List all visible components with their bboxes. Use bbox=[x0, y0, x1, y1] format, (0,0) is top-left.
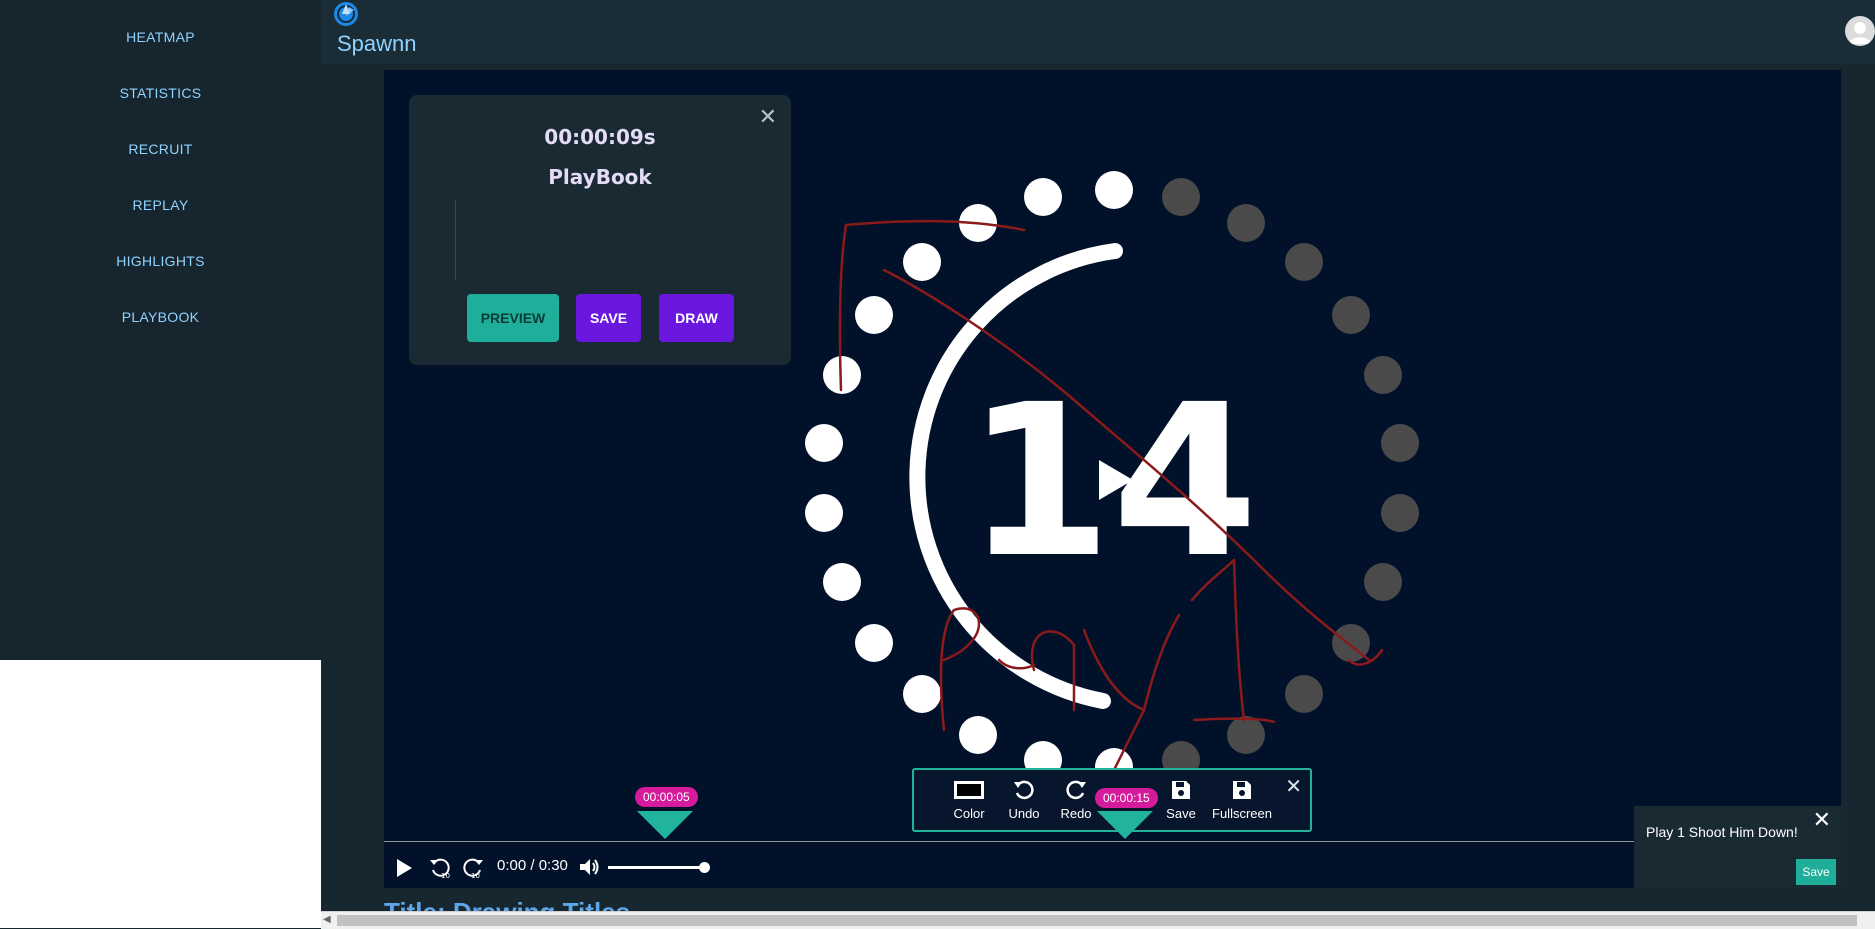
time-display: 0:00 / 0:30 bbox=[497, 857, 568, 874]
fullscreen-tool-label: Fullscreen bbox=[1212, 806, 1272, 821]
page-section-title: Title: Drawing Titles bbox=[384, 897, 630, 911]
svg-text:10: 10 bbox=[471, 872, 480, 880]
redo-tool-label: Redo bbox=[1060, 806, 1092, 821]
marker-badge[interactable]: 00:00:15 bbox=[1095, 788, 1158, 808]
text-cursor-line bbox=[455, 200, 456, 280]
video-player[interactable]: 14 ✕ 00:00:09s PlayBook PREVIEW SAVE DRA… bbox=[384, 70, 1841, 888]
color-swatch-icon bbox=[954, 781, 984, 799]
marker-badge[interactable]: 00:00:05 bbox=[635, 787, 698, 807]
rewind-10-icon[interactable]: 10 bbox=[429, 856, 451, 880]
play-icon[interactable] bbox=[394, 857, 414, 879]
scroll-left-icon[interactable]: ◀ bbox=[323, 914, 331, 925]
redo-tool[interactable]: Redo bbox=[1058, 778, 1094, 821]
sidebar-nav: HEATMAP STATISTICS RECRUIT REPLAY HIGHLI… bbox=[0, 0, 321, 660]
player-controls bbox=[384, 842, 1638, 888]
redo-icon bbox=[1066, 780, 1086, 800]
scrollbar-thumb[interactable] bbox=[337, 915, 1857, 926]
sidebar-item-recruit[interactable]: RECRUIT bbox=[0, 141, 321, 157]
save-tool-label: Save bbox=[1166, 806, 1196, 821]
sidebar-item-heatmap[interactable]: HEATMAP bbox=[0, 29, 321, 45]
undo-icon bbox=[1014, 780, 1034, 800]
top-bar bbox=[321, 0, 1875, 64]
svg-text:10: 10 bbox=[441, 872, 450, 880]
volume-slider[interactable] bbox=[608, 866, 704, 869]
aperture-icon[interactable] bbox=[333, 1, 359, 27]
fullscreen-tool[interactable]: Fullscreen bbox=[1212, 778, 1272, 821]
sidebar: HEATMAP STATISTICS RECRUIT REPLAY HIGHLI… bbox=[0, 0, 321, 928]
close-icon[interactable]: ✕ bbox=[1285, 774, 1302, 798]
save-icon bbox=[1233, 781, 1251, 799]
volume-icon[interactable] bbox=[578, 857, 600, 877]
marker-arrow-icon[interactable] bbox=[1097, 811, 1153, 839]
save-icon bbox=[1172, 781, 1190, 799]
save-button[interactable]: SAVE bbox=[576, 294, 641, 342]
app-title: Spawnn bbox=[337, 31, 417, 56]
sidebar-item-statistics[interactable]: STATISTICS bbox=[0, 85, 321, 101]
color-tool-label: Color bbox=[953, 806, 985, 821]
marker-arrow-icon[interactable] bbox=[637, 811, 693, 839]
draw-button[interactable]: DRAW bbox=[659, 294, 734, 342]
playbook-panel: ✕ 00:00:09s PlayBook PREVIEW SAVE DRAW bbox=[409, 95, 791, 365]
preview-button[interactable]: PREVIEW bbox=[467, 294, 559, 342]
color-tool[interactable]: Color bbox=[949, 778, 989, 821]
comment-panel: Play 1 Shoot Him Down! ✕ Save bbox=[1634, 806, 1841, 888]
comment-text: Play 1 Shoot Him Down! bbox=[1646, 824, 1798, 840]
right-gutter bbox=[1841, 64, 1875, 911]
panel-timestamp: 00:00:09s bbox=[544, 125, 656, 149]
volume-slider-thumb[interactable] bbox=[699, 862, 710, 873]
undo-tool-label: Undo bbox=[1008, 806, 1040, 821]
save-tool[interactable]: Save bbox=[1165, 778, 1197, 821]
comment-save-button[interactable]: Save bbox=[1796, 859, 1836, 885]
sidebar-item-playbook[interactable]: PLAYBOOK bbox=[0, 309, 321, 325]
user-avatar-icon[interactable] bbox=[1845, 16, 1875, 46]
close-icon[interactable]: ✕ bbox=[1813, 808, 1831, 833]
horizontal-scrollbar[interactable]: ◀ bbox=[321, 911, 1875, 929]
sidebar-item-replay[interactable]: REPLAY bbox=[0, 197, 321, 213]
undo-tool[interactable]: Undo bbox=[1006, 778, 1042, 821]
sidebar-item-highlights[interactable]: HIGHLIGHTS bbox=[0, 253, 321, 269]
forward-10-icon[interactable]: 10 bbox=[462, 856, 484, 880]
panel-title: PlayBook bbox=[548, 165, 652, 189]
